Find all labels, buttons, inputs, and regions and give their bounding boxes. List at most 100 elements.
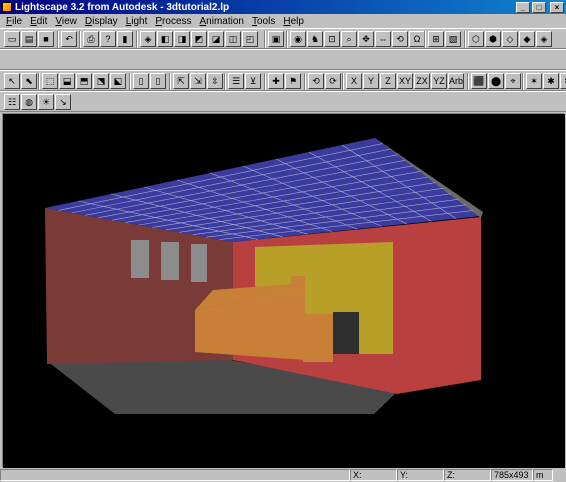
- menu-light[interactable]: Light: [122, 16, 152, 27]
- rotate-left-button[interactable]: ⟲: [308, 73, 324, 89]
- select-tool-2-button[interactable]: ⇲: [190, 73, 206, 89]
- figure-2-button[interactable]: ✱: [543, 73, 559, 89]
- rotate-right-button[interactable]: ⟳: [325, 73, 341, 89]
- figure-1-icon: ✶: [530, 75, 538, 86]
- view-cube-3-button[interactable]: ◩: [191, 31, 207, 47]
- roll-button[interactable]: Ω: [409, 31, 425, 47]
- axis-y-button[interactable]: Y: [363, 73, 379, 89]
- toolbar-separator: [264, 31, 266, 48]
- measure-button[interactable]: ⌖: [505, 73, 521, 89]
- new-file-button[interactable]: ▭: [4, 31, 20, 47]
- scene-viewport[interactable]: [2, 113, 565, 468]
- view-cube-1-icon: ◧: [160, 33, 170, 44]
- minimize-button[interactable]: _: [516, 1, 530, 13]
- menu-view[interactable]: View: [51, 16, 81, 27]
- status-x: X:: [350, 469, 397, 481]
- context-help-button[interactable]: ▮: [117, 31, 133, 47]
- render-view-icon: ▣: [271, 33, 281, 44]
- select-block-button[interactable]: ⬕: [110, 73, 126, 89]
- close-button[interactable]: ×: [550, 1, 564, 13]
- dolly-button[interactable]: ⇔: [375, 31, 391, 47]
- plane-yz-button[interactable]: YZ: [431, 73, 447, 89]
- page-1-button[interactable]: ▯: [133, 73, 149, 89]
- snap-2-button[interactable]: ⬤: [488, 73, 504, 89]
- select-object-button[interactable]: ⬉: [21, 73, 37, 89]
- toolbar-separator: [424, 31, 426, 48]
- menu-file[interactable]: File: [2, 16, 26, 27]
- figure-3-button[interactable]: ✻: [560, 73, 566, 89]
- select-surface-button[interactable]: ⬓: [59, 73, 75, 89]
- properties-button[interactable]: ☰: [228, 73, 244, 89]
- menu-tools[interactable]: Tools: [248, 16, 279, 27]
- select-filter-button[interactable]: ⊻: [245, 73, 261, 89]
- zoom-extents-button[interactable]: ⊞: [428, 31, 444, 47]
- pan-icon: ✥: [362, 33, 370, 44]
- help-button[interactable]: ?: [100, 31, 116, 47]
- maximize-button[interactable]: □: [532, 1, 546, 13]
- zoom-button[interactable]: ⌕: [341, 31, 357, 47]
- previous-view-icon: ▧: [448, 33, 458, 44]
- select-material-button[interactable]: ⬔: [93, 73, 109, 89]
- light-bulb-icon: ☀: [41, 96, 51, 107]
- toolbar-separator: [304, 73, 306, 90]
- layers-icon: ☷: [7, 96, 17, 107]
- toolbar-separator: [38, 73, 40, 90]
- flat-shade-button[interactable]: ◇: [502, 31, 518, 47]
- app-icon[interactable]: [2, 2, 12, 12]
- figure-1-button[interactable]: ✶: [526, 73, 542, 89]
- toolbar-separator: [264, 73, 266, 90]
- save-file-button[interactable]: ■: [38, 31, 54, 47]
- walk-button[interactable]: ♞: [307, 31, 323, 47]
- hidden-line-button[interactable]: ⬢: [485, 31, 501, 47]
- zoom-window-button[interactable]: ⊡: [324, 31, 340, 47]
- open-file-button[interactable]: ▤: [21, 31, 37, 47]
- pointer-tool-button[interactable]: ⇱: [173, 73, 189, 89]
- globe-button[interactable]: ◍: [21, 94, 37, 110]
- add-light-button[interactable]: ✚: [268, 73, 284, 89]
- smooth-shade-button[interactable]: ◆: [519, 31, 535, 47]
- layers-button[interactable]: ☷: [4, 94, 20, 110]
- select-surface-icon: ⬓: [62, 75, 72, 86]
- menu-process[interactable]: Process: [151, 16, 195, 27]
- view-cube-2-button[interactable]: ◨: [174, 31, 190, 47]
- light-select-icon: ⚑: [288, 75, 298, 86]
- plane-xy-button[interactable]: XY: [397, 73, 413, 89]
- shelf: [291, 276, 305, 290]
- page-2-button[interactable]: ▯: [150, 73, 166, 89]
- wireframe-button[interactable]: ⬡: [468, 31, 484, 47]
- select-layer-button[interactable]: ⬒: [76, 73, 92, 89]
- view-cube-6-button[interactable]: ◰: [242, 31, 258, 47]
- align-button[interactable]: Arb: [448, 73, 464, 89]
- menu-help[interactable]: Help: [279, 16, 308, 27]
- camera-button[interactable]: ◈: [140, 31, 156, 47]
- undo-button[interactable]: ↶: [61, 31, 77, 47]
- select-tool-2-icon: ⇲: [194, 75, 202, 86]
- select-window-button[interactable]: ⬚: [42, 73, 58, 89]
- print-button[interactable]: ⎙: [83, 31, 99, 47]
- zoom-extents-icon: ⊞: [432, 33, 440, 44]
- axis-z-button[interactable]: Z: [380, 73, 396, 89]
- axis-x-button[interactable]: X: [346, 73, 362, 89]
- render-view-button[interactable]: ▣: [268, 31, 284, 47]
- pan-button[interactable]: ✥: [358, 31, 374, 47]
- toolbar-lights: ☷ ◍ ☀ ↘: [0, 91, 566, 112]
- select-arrow-button[interactable]: ↖: [4, 73, 20, 89]
- view-cube-1-button[interactable]: ◧: [157, 31, 173, 47]
- light-pointer-button[interactable]: ↘: [55, 94, 71, 110]
- view-cube-5-button[interactable]: ◫: [225, 31, 241, 47]
- orbit-button[interactable]: ⟲: [392, 31, 408, 47]
- light-bulb-button[interactable]: ☀: [38, 94, 54, 110]
- menu-display[interactable]: Display: [81, 16, 122, 27]
- title-bar[interactable]: Lightscape 3.2 from Autodesk - 3dtutoria…: [0, 0, 566, 14]
- light-select-button[interactable]: ⚑: [285, 73, 301, 89]
- plane-zx-button[interactable]: ZX: [414, 73, 430, 89]
- previous-view-button[interactable]: ▧: [445, 31, 461, 47]
- menu-edit[interactable]: Edit: [26, 16, 51, 27]
- eye-button[interactable]: ◉: [290, 31, 306, 47]
- textured-shade-button[interactable]: ◈: [536, 31, 552, 47]
- snap-button[interactable]: ⬛: [471, 73, 487, 89]
- select-tool-3-button[interactable]: ⇳: [207, 73, 223, 89]
- menu-animation[interactable]: Animation: [196, 16, 248, 27]
- view-cube-4-button[interactable]: ◪: [208, 31, 224, 47]
- scene-canvas[interactable]: [3, 114, 565, 468]
